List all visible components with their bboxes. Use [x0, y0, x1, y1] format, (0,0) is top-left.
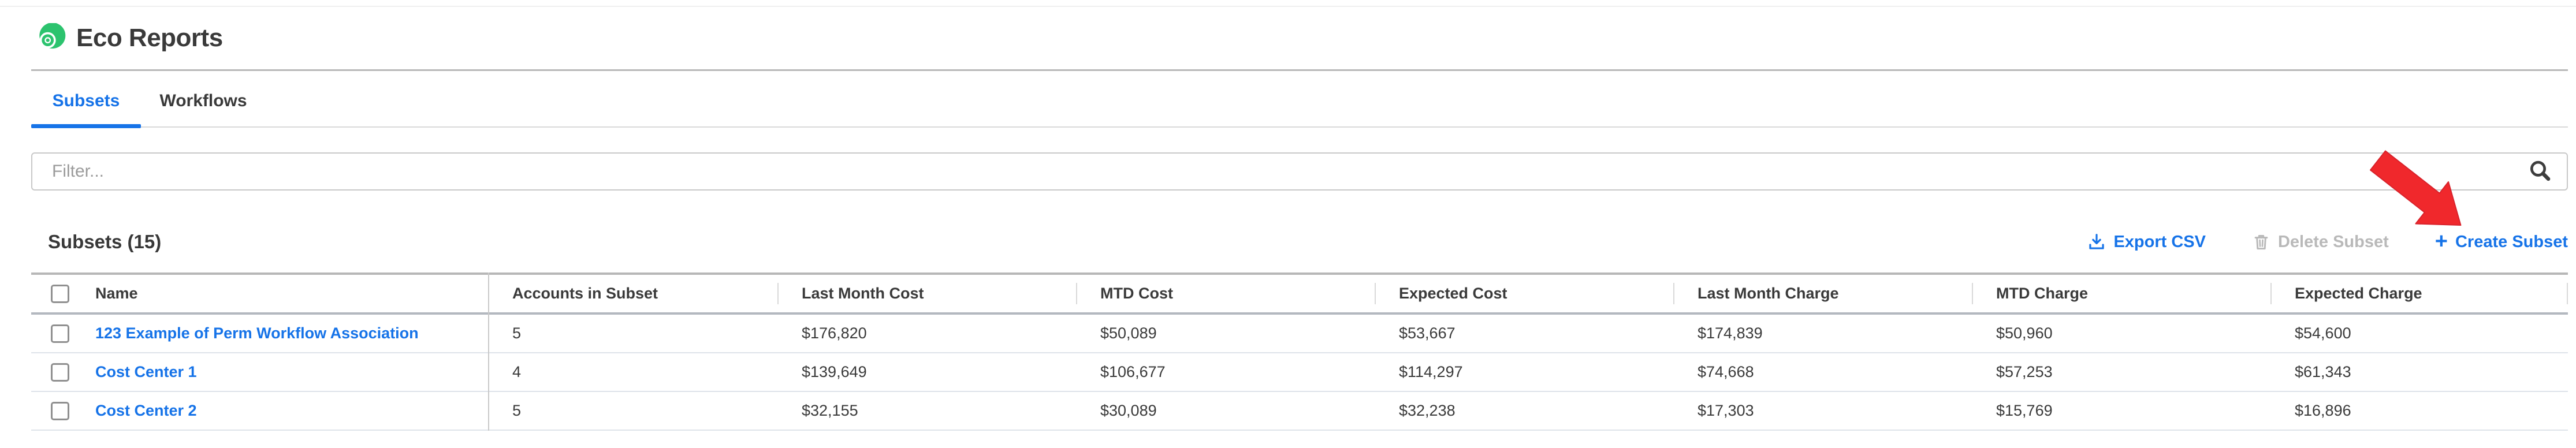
cell-expected-cost: $114,297 — [1375, 353, 1673, 391]
header-cell-expected-cost: Expected Cost — [1375, 275, 1673, 312]
tab-subsets[interactable]: Subsets — [31, 82, 141, 120]
header-right-divider — [2567, 283, 2568, 304]
cell-mtd-charge: $57,253 — [1972, 353, 2270, 391]
create-subset-button[interactable]: + Create Subset — [2435, 233, 2568, 252]
row-checkbox[interactable] — [51, 402, 69, 420]
header-cell-mtd-charge: MTD Charge — [1972, 275, 2270, 312]
subset-name-link[interactable]: 123 Example of Perm Workflow Association — [95, 324, 419, 342]
tab-bar: Subsets Workflows — [0, 82, 2576, 128]
row-checkbox[interactable] — [51, 363, 69, 382]
cell-expected-charge: $61,343 — [2270, 353, 2568, 391]
search-icon[interactable] — [2529, 160, 2552, 183]
row-checkbox[interactable] — [51, 324, 69, 343]
download-icon — [2087, 233, 2106, 251]
cell-last-month-cost: $32,155 — [777, 392, 1076, 430]
cell-last-month-charge: $17,303 — [1673, 392, 1972, 430]
header-cell-accounts: Accounts in Subset — [488, 275, 777, 312]
page-title: Eco Reports — [76, 23, 223, 53]
top-divider — [0, 6, 2576, 7]
trash-icon — [2252, 233, 2270, 251]
subset-name-link[interactable]: Cost Center 2 — [95, 402, 197, 420]
tab-bar-border — [31, 126, 2568, 128]
cell-mtd-charge: $50,960 — [1972, 315, 2270, 352]
cell-accounts: 5 — [488, 392, 777, 430]
column-label: Expected Cost — [1399, 285, 1507, 303]
toolbar: Subsets (15) Export CSV Delete Sub — [31, 229, 2568, 255]
cell-accounts: 4 — [488, 353, 777, 391]
tab-workflows[interactable]: Workflows — [141, 82, 266, 120]
delete-subset-button[interactable]: Delete Subset — [2252, 233, 2389, 252]
column-label: Expected Charge — [2295, 285, 2422, 303]
column-label: Last Month Charge — [1698, 285, 1839, 303]
cell-expected-cost: $53,667 — [1375, 315, 1673, 352]
cell-expected-charge: $16,896 — [2270, 392, 2568, 430]
create-subset-label: Create Subset — [2455, 233, 2568, 252]
column-label: Last Month Cost — [802, 285, 924, 303]
cell-last-month-cost: $176,820 — [777, 315, 1076, 352]
header-cell-last-month-charge: Last Month Charge — [1673, 275, 1972, 312]
table-row: 123 Example of Perm Workflow Association… — [31, 315, 2568, 353]
subsets-heading: Subsets (15) — [48, 229, 161, 255]
toolbar-actions: Export CSV Delete Subset + Create Subset — [2087, 229, 2568, 255]
cell-expected-charge: $54,600 — [2270, 315, 2568, 352]
header-cell-expected-charge: Expected Charge — [2270, 275, 2568, 312]
cell-mtd-cost: $106,677 — [1076, 353, 1375, 391]
cell-mtd-cost: $50,089 — [1076, 315, 1375, 352]
cell-last-month-charge: $74,668 — [1673, 353, 1972, 391]
column-label: MTD Cost — [1100, 285, 1173, 303]
cell-last-month-cost: $139,649 — [777, 353, 1076, 391]
header-cell-mtd-cost: MTD Cost — [1076, 275, 1375, 312]
column-label: Accounts in Subset — [512, 285, 658, 303]
subsets-table: Name Accounts in Subset Last Month Cost … — [31, 272, 2568, 431]
eco-logo-icon — [36, 23, 67, 54]
header-cell-name: Name — [31, 275, 488, 312]
cell-name: 123 Example of Perm Workflow Association — [31, 315, 488, 352]
subset-name-link[interactable]: Cost Center 1 — [95, 363, 197, 381]
plus-icon: + — [2435, 233, 2448, 250]
cell-expected-cost: $32,238 — [1375, 392, 1673, 430]
cell-name: Cost Center 1 — [31, 353, 488, 391]
active-tab-underline — [31, 124, 141, 128]
export-csv-button[interactable]: Export CSV — [2087, 233, 2206, 252]
table-row: Cost Center 2 5 $32,155 $30,089 $32,238 … — [31, 392, 2568, 431]
header-divider — [31, 69, 2568, 71]
export-csv-label: Export CSV — [2113, 233, 2206, 252]
cell-last-month-charge: $174,839 — [1673, 315, 1972, 352]
table-header-row: Name Accounts in Subset Last Month Cost … — [31, 272, 2568, 315]
table-row: Cost Center 1 4 $139,649 $106,677 $114,2… — [31, 353, 2568, 392]
cell-name: Cost Center 2 — [31, 392, 488, 430]
select-all-checkbox[interactable] — [51, 285, 69, 303]
column-label: Name — [95, 285, 138, 303]
name-column-divider — [488, 272, 489, 431]
header-cell-last-month-cost: Last Month Cost — [777, 275, 1076, 312]
filter-input[interactable] — [31, 152, 2568, 191]
cell-mtd-charge: $15,769 — [1972, 392, 2270, 430]
cell-accounts: 5 — [488, 315, 777, 352]
delete-subset-label: Delete Subset — [2278, 233, 2389, 252]
column-label: MTD Charge — [1996, 285, 2088, 303]
filter-field — [31, 152, 2568, 191]
cell-mtd-cost: $30,089 — [1076, 392, 1375, 430]
eco-reports-page: Eco Reports Subsets Workflows Subsets (1… — [0, 0, 2576, 448]
